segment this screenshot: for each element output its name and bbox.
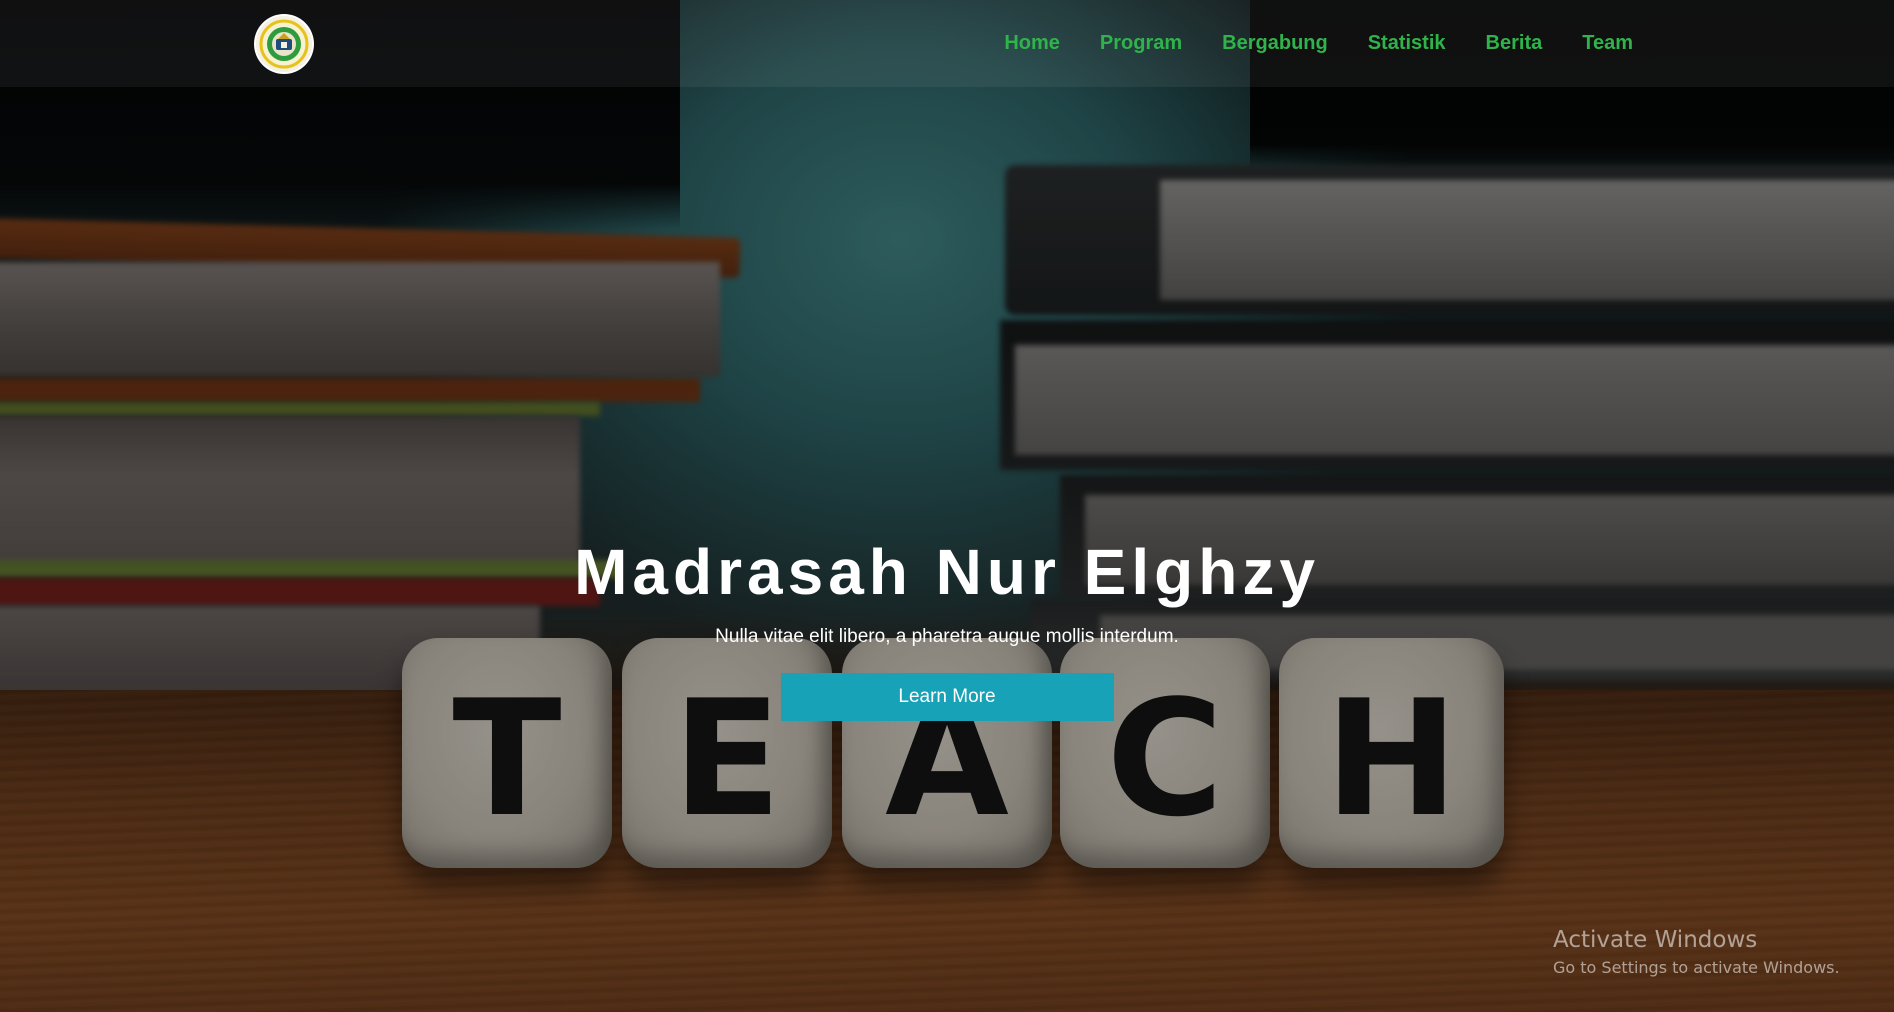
hero-dark-overlay	[0, 0, 1894, 1012]
nav-link-home[interactable]: Home	[1004, 32, 1060, 55]
nav-link-statistik[interactable]: Statistik	[1368, 32, 1446, 55]
hero-title: Madrasah Nur Elghzy	[574, 536, 1320, 608]
page: T E A C H Home Program Bergabung Statist…	[0, 0, 1894, 1012]
madrasah-emblem-icon	[259, 19, 309, 69]
nav-link-team[interactable]: Team	[1582, 32, 1633, 55]
site-logo[interactable]	[256, 16, 312, 72]
watermark-title: Activate Windows	[1553, 927, 1758, 953]
watermark-subtitle: Go to Settings to activate Windows.	[1553, 958, 1840, 977]
nav-link-berita[interactable]: Berita	[1486, 32, 1543, 55]
nav-link-bergabung[interactable]: Bergabung	[1222, 32, 1328, 55]
learn-more-button[interactable]: Learn More	[780, 673, 1114, 721]
navbar: Home Program Bergabung Statistik Berita …	[0, 0, 1894, 87]
hero-background-image: T E A C H	[0, 0, 1894, 1012]
hero-content: Madrasah Nur Elghzy Nulla vitae elit lib…	[0, 530, 1894, 721]
nav-link-program[interactable]: Program	[1100, 32, 1182, 55]
nav-menu: Home Program Bergabung Statistik Berita …	[1004, 0, 1633, 87]
windows-activation-watermark: Activate Windows Go to Settings to activ…	[1553, 924, 1840, 980]
hero-subtitle: Nulla vitae elit libero, a pharetra augu…	[715, 626, 1179, 647]
